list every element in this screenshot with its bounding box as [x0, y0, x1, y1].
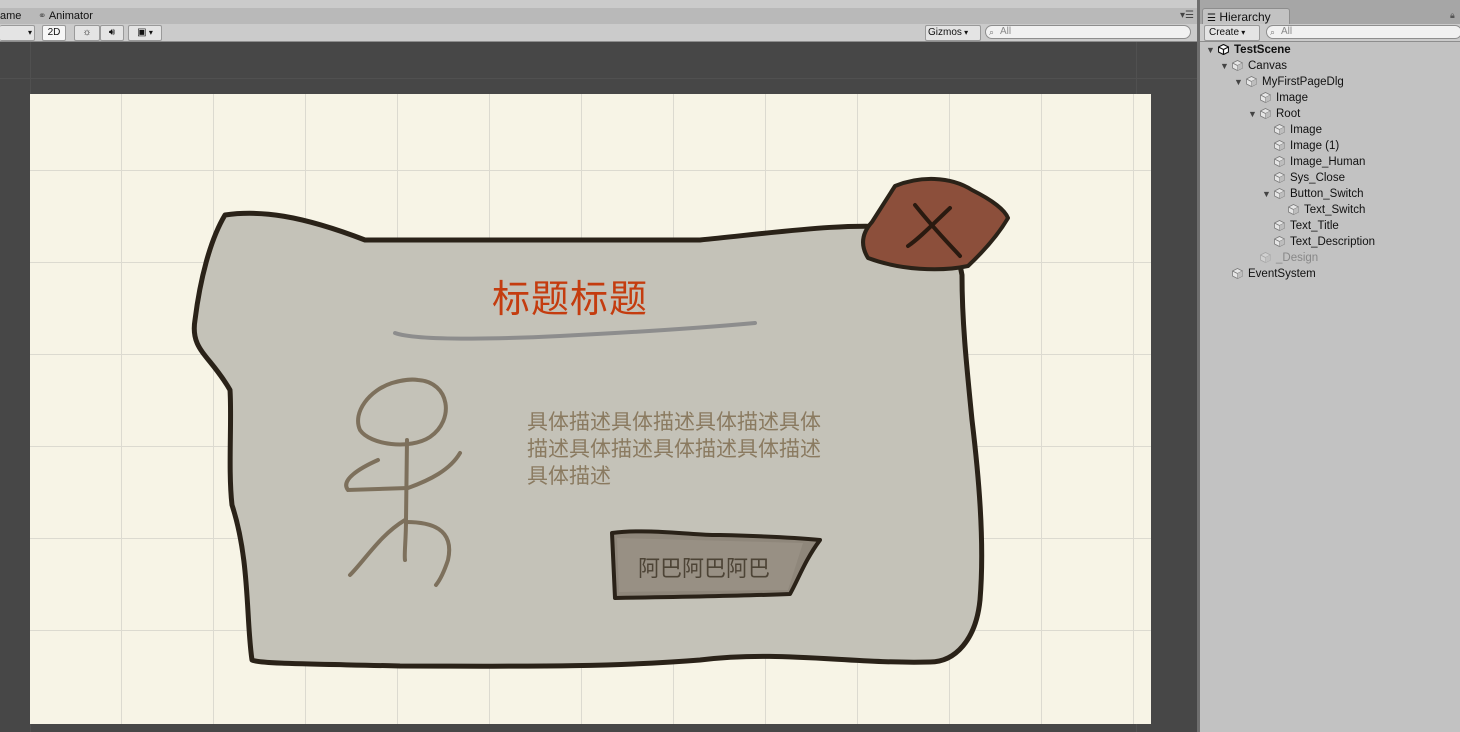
- hierarchy-search-placeholder: All: [1281, 26, 1293, 37]
- hierarchy-item[interactable]: Text_Title: [1200, 218, 1460, 234]
- tab-hierarchy[interactable]: ☰ Hierarchy: [1202, 8, 1290, 25]
- hierarchy-toolbar: Create ▾ ⌕ All: [1200, 24, 1460, 42]
- hierarchy-item[interactable]: Sys_Close: [1200, 170, 1460, 186]
- hierarchy-item[interactable]: Image: [1200, 122, 1460, 138]
- hierarchy-item[interactable]: Image_Human: [1200, 154, 1460, 170]
- cube-icon: [1260, 92, 1271, 103]
- cube-icon: [1274, 124, 1285, 135]
- hierarchy-item[interactable]: Image: [1200, 90, 1460, 106]
- chevron-down-icon: ▾: [1239, 28, 1246, 37]
- hierarchy-search-field[interactable]: ⌕ All: [1266, 25, 1460, 39]
- cube-icon: [1274, 236, 1285, 247]
- hierarchy-item[interactable]: ▼ TestScene: [1200, 42, 1460, 58]
- hierarchy-item-label: Canvas: [1248, 60, 1287, 72]
- cube-icon: [1260, 252, 1271, 263]
- unity-scene-icon: [1218, 44, 1229, 55]
- cube-icon: [1246, 76, 1257, 87]
- hierarchy-item-label: Image_Human: [1290, 156, 1366, 168]
- hierarchy-item[interactable]: ▼ MyFirstPageDlg: [1200, 74, 1460, 90]
- hierarchy-item[interactable]: _Design: [1200, 250, 1460, 266]
- cube-icon: [1232, 60, 1243, 71]
- search-icon: ⌕: [1270, 27, 1276, 37]
- cube-icon: [1274, 140, 1285, 151]
- expand-arrow-icon[interactable]: ▼: [1206, 42, 1215, 58]
- create-label: Create: [1209, 27, 1240, 38]
- hierarchy-item-label: EventSystem: [1248, 268, 1316, 280]
- hierarchy-item-label: _Design: [1276, 252, 1319, 264]
- cube-icon: [1274, 188, 1285, 199]
- close-button[interactable]: [861, 177, 1010, 272]
- hierarchy-item[interactable]: Text_Description: [1200, 234, 1460, 250]
- dialog-drawing: [191, 177, 1010, 669]
- hierarchy-item[interactable]: ▼ Root: [1200, 106, 1460, 122]
- hierarchy-item-label: Sys_Close: [1290, 172, 1345, 184]
- hierarchy-item[interactable]: ▼ Canvas: [1200, 58, 1460, 74]
- expand-arrow-icon[interactable]: ▼: [1262, 186, 1271, 202]
- hierarchy-item[interactable]: ▼ Button_Switch: [1200, 186, 1460, 202]
- hierarchy-item-label: Image (1): [1290, 140, 1340, 152]
- hierarchy-item[interactable]: EventSystem: [1200, 266, 1460, 282]
- cube-icon: [1260, 108, 1271, 119]
- cube-icon: [1274, 156, 1285, 167]
- hierarchy-item[interactable]: Image (1): [1200, 138, 1460, 154]
- tab-hierarchy-label: Hierarchy: [1219, 10, 1271, 24]
- hierarchy-item-label: Image: [1290, 124, 1322, 136]
- lock-icon[interactable]: 🔒︎: [1450, 10, 1455, 21]
- hierarchy-item-label: TestScene: [1234, 44, 1291, 56]
- hierarchy-item-label: Text_Description: [1290, 236, 1376, 248]
- cube-icon: [1274, 220, 1285, 231]
- hierarchy-item-label: Image: [1276, 92, 1308, 104]
- hierarchy-item-label: Root: [1276, 108, 1301, 120]
- cube-icon: [1274, 172, 1285, 183]
- cube-icon: [1288, 204, 1299, 215]
- create-dropdown[interactable]: Create ▾: [1204, 25, 1260, 41]
- expand-arrow-icon[interactable]: ▼: [1234, 74, 1243, 90]
- expand-arrow-icon[interactable]: ▼: [1248, 106, 1257, 122]
- dialog-title: 标题标题: [492, 277, 649, 321]
- expand-arrow-icon[interactable]: ▼: [1220, 58, 1229, 74]
- hierarchy-item-label: Text_Switch: [1304, 204, 1366, 216]
- cube-icon: [1232, 268, 1243, 279]
- hierarchy-item[interactable]: Text_Switch: [1200, 202, 1460, 218]
- dialog-description: 具体描述具体描述具体描述具体描述具体描述具体描述具体描述具体描述: [527, 410, 821, 488]
- hierarchy-item-label: Text_Title: [1290, 220, 1339, 232]
- scene-view[interactable]: ame ⚭ Animator ▾☰ ▾ 2D ☼ 🔊︎ ▣ ▾ Gizmos ▾…: [0, 0, 1197, 732]
- hierarchy-panel: ☰ Hierarchy 🔒︎ Create ▾ ⌕ All ▼ TestScene…: [1200, 0, 1460, 732]
- switch-button-label[interactable]: 阿巴阿巴阿巴: [638, 551, 770, 583]
- list-icon: ☰: [1207, 13, 1216, 24]
- hierarchy-item-label: Button_Switch: [1290, 188, 1364, 200]
- hierarchy-item-label: MyFirstPageDlg: [1262, 76, 1344, 88]
